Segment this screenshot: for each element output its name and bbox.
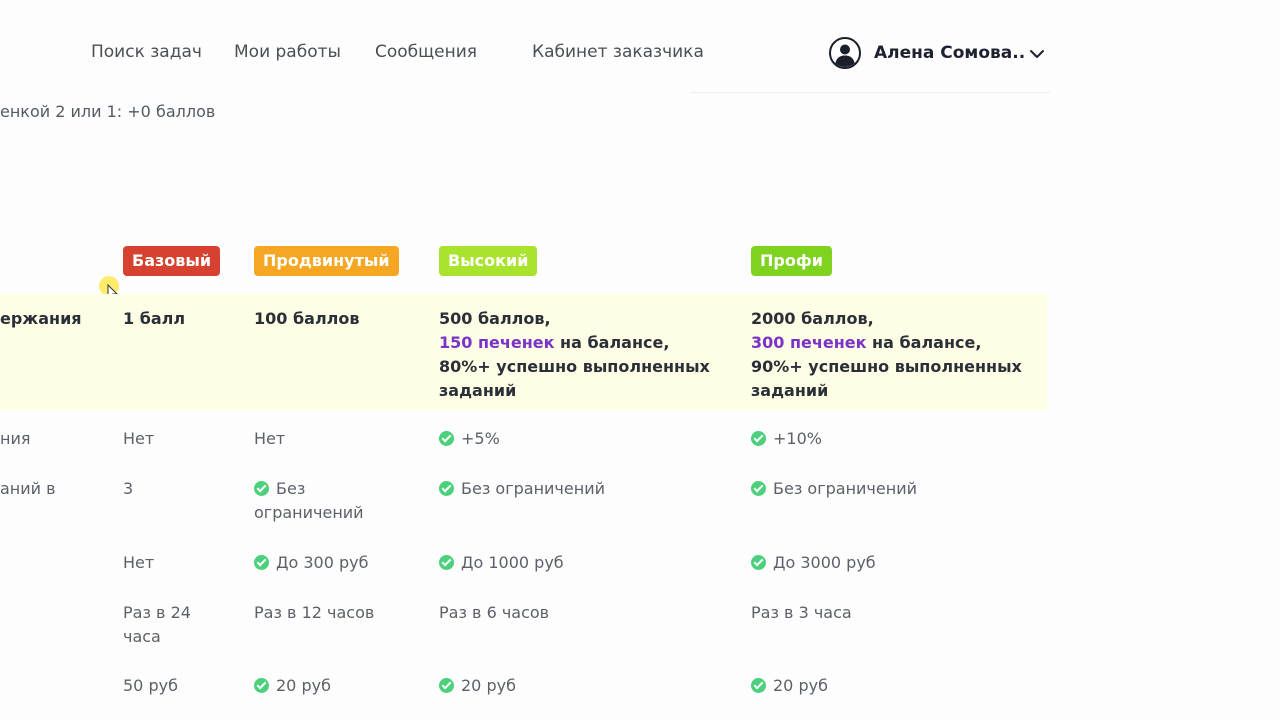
row2-basic: 3 bbox=[123, 479, 134, 498]
nav-link-my-works[interactable]: Мои работы bbox=[234, 42, 341, 62]
check-icon bbox=[751, 481, 766, 496]
row1-pro-value: +10% bbox=[773, 429, 822, 448]
req-high-balance: 150 печенек на балансе, bbox=[439, 331, 710, 355]
check-icon bbox=[254, 481, 269, 496]
level-badge-pro: Профи bbox=[751, 246, 832, 276]
req-advanced: 100 баллов bbox=[254, 309, 360, 328]
req-pro-balance: 300 печенек на балансе, bbox=[751, 331, 1022, 355]
nav-link-messages[interactable]: Сообщения bbox=[375, 42, 477, 62]
row4-pro: Раз в 3 часа bbox=[751, 603, 852, 622]
row4-advanced: Раз в 12 часов bbox=[254, 603, 375, 622]
level-badge-basic: Базовый bbox=[123, 246, 221, 276]
req-high-balance-suffix: на балансе, bbox=[554, 333, 670, 352]
req-pro-cookies: 300 печенек bbox=[751, 333, 867, 352]
row3-pro: До 3000 руб bbox=[751, 551, 876, 575]
row5-advanced-value: 20 руб bbox=[276, 676, 331, 695]
row1-label: ния bbox=[0, 429, 31, 448]
row5-pro-value: 20 руб bbox=[773, 676, 828, 695]
nav-divider bbox=[690, 92, 1050, 93]
row1-basic: Нет bbox=[123, 429, 155, 448]
row2-pro-value: Без ограничений bbox=[773, 479, 917, 498]
row2-advanced-line2: ограничений bbox=[254, 503, 364, 522]
page: Поиск задач Мои работы Сообщения Кабинет… bbox=[0, 0, 1280, 720]
check-icon bbox=[751, 431, 766, 446]
row4-basic-line2: часа bbox=[123, 627, 161, 646]
req-high: 500 баллов, 150 печенек на балансе, 80%+… bbox=[439, 307, 710, 403]
row4-basic-line1: Раз в 24 bbox=[123, 603, 191, 622]
req-high-tasks: заданий bbox=[439, 381, 517, 400]
row3-high: До 1000 руб bbox=[439, 551, 564, 575]
user-name: Алена Сомова.. bbox=[874, 43, 1026, 63]
req-high-points: 500 баллов, bbox=[439, 309, 551, 328]
req-pro-points: 2000 баллов, bbox=[751, 309, 874, 328]
nav-link-task-search[interactable]: Поиск задач bbox=[91, 42, 202, 62]
req-pro-success: 90%+ успешно выполненных bbox=[751, 357, 1022, 376]
check-icon bbox=[439, 678, 454, 693]
check-icon bbox=[751, 678, 766, 693]
check-icon bbox=[439, 431, 454, 446]
row2-high-value: Без ограничений bbox=[461, 479, 605, 498]
points-hint-text: енкой 2 или 1: +0 баллов bbox=[0, 102, 216, 121]
row2-advanced-line1: Без bbox=[254, 477, 364, 501]
check-icon bbox=[439, 555, 454, 570]
row3-basic: Нет bbox=[123, 553, 155, 572]
row3-high-value: До 1000 руб bbox=[461, 553, 564, 572]
row5-basic: 50 руб bbox=[123, 676, 178, 695]
row5-high-value: 20 руб bbox=[461, 676, 516, 695]
check-icon bbox=[439, 481, 454, 496]
user-avatar-icon bbox=[829, 37, 861, 69]
row1-high: +5% bbox=[439, 427, 500, 451]
row5-high: 20 руб bbox=[439, 674, 516, 698]
row1-high-value: +5% bbox=[461, 429, 500, 448]
row2-advanced-value1: Без bbox=[276, 479, 306, 498]
row3-advanced: До 300 руб bbox=[254, 551, 369, 575]
req-pro-tasks: заданий bbox=[751, 381, 829, 400]
chevron-down-icon bbox=[1030, 50, 1045, 58]
req-basic: 1 балл bbox=[123, 309, 186, 328]
row1-advanced: Нет bbox=[254, 429, 286, 448]
user-menu[interactable]: Алена Сомова.. bbox=[829, 35, 1045, 71]
req-high-success: 80%+ успешно выполненных bbox=[439, 357, 710, 376]
top-navigation: Поиск задач Мои работы Сообщения Кабинет… bbox=[0, 0, 1050, 95]
row4-high: Раз в 6 часов bbox=[439, 603, 550, 622]
row2-advanced: Без ограничений bbox=[254, 477, 364, 525]
check-icon bbox=[751, 555, 766, 570]
nav-link-customer-cabinet[interactable]: Кабинет заказчика bbox=[532, 42, 704, 62]
row5-pro: 20 руб bbox=[751, 674, 828, 698]
check-icon bbox=[254, 678, 269, 693]
row2-high: Без ограничений bbox=[439, 477, 605, 501]
req-pro-balance-suffix: на балансе, bbox=[866, 333, 982, 352]
row2-label: аний в bbox=[0, 479, 56, 498]
row3-pro-value: До 3000 руб bbox=[773, 553, 876, 572]
level-badge-advanced: Продвинутый bbox=[254, 246, 399, 276]
level-badge-high: Высокий bbox=[439, 246, 538, 276]
row1-pro: +10% bbox=[751, 427, 822, 451]
row2-pro: Без ограничений bbox=[751, 477, 917, 501]
requirements-label: ержания bbox=[0, 309, 82, 328]
row3-advanced-value: До 300 руб bbox=[276, 553, 369, 572]
row5-advanced: 20 руб bbox=[254, 674, 331, 698]
req-high-cookies: 150 печенек bbox=[439, 333, 555, 352]
check-icon bbox=[254, 555, 269, 570]
req-pro: 2000 баллов, 300 печенек на балансе, 90%… bbox=[751, 307, 1022, 403]
row4-basic: Раз в 24 часа bbox=[123, 601, 191, 649]
